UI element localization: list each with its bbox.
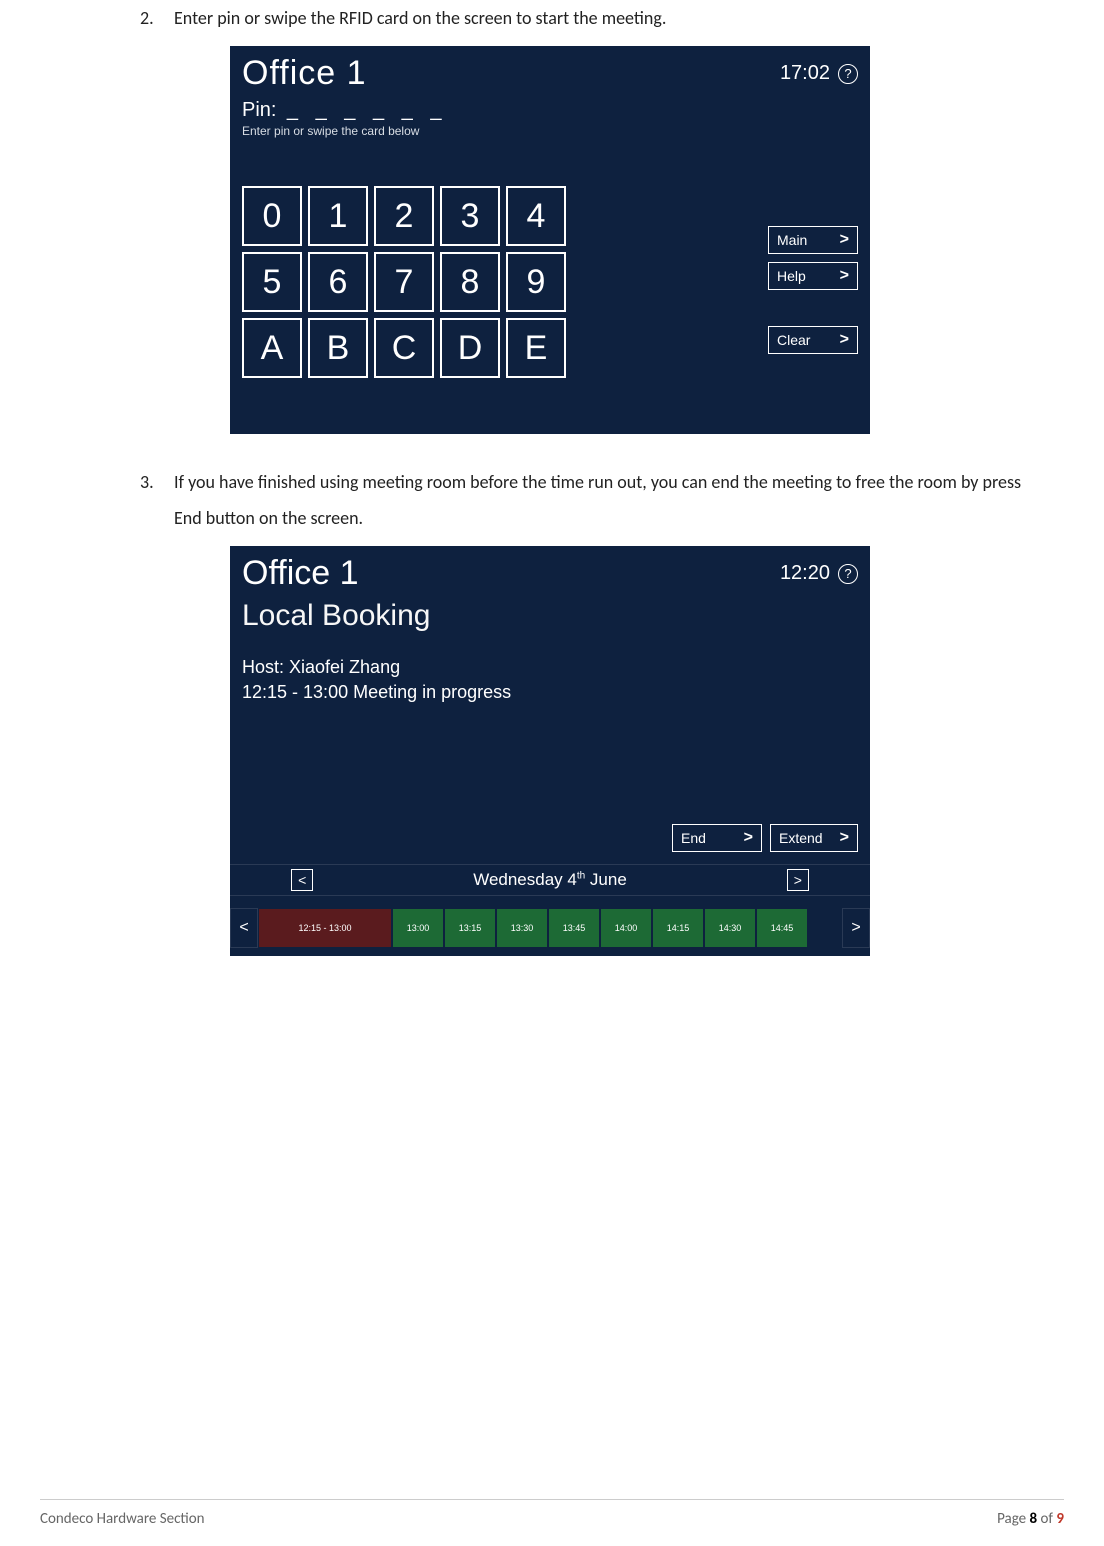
timeline-prev-button[interactable]: < [230,908,258,948]
instruction-step-2: 2. Enter pin or swipe the RFID card on t… [140,0,1044,36]
chevron-right-icon: > [840,231,849,249]
page-footer: Condeco Hardware Section Page 8 of 9 [40,1510,1064,1528]
booking-status: 12:15 - 13:00 Meeting in progress [230,682,870,703]
end-button[interactable]: End > [672,824,762,852]
timeline-slot-busy[interactable]: 12:15 - 13:00 [258,908,392,948]
date-row: < Wednesday 4th June > [230,864,870,896]
timeline-slot-free[interactable]: 14:15 [652,908,704,948]
step-number: 2. [140,0,174,36]
date-label: Wednesday 4th June [473,870,627,890]
timeline-slot-free[interactable]: 14:00 [600,908,652,948]
chevron-right-icon: > [840,267,849,285]
booking-host: Host: Xiaofei Zhang [230,633,870,682]
date-prev-button[interactable]: < [291,869,313,891]
extend-button[interactable]: Extend > [770,824,858,852]
step-text: Enter pin or swipe the RFID card on the … [174,0,1044,36]
end-button-label: End [681,830,706,846]
clock-time: 17:02 [780,62,830,85]
extend-button-label: Extend [779,830,823,846]
step-number: 3. [140,464,174,536]
chevron-right-icon: > [840,331,849,349]
key-4[interactable]: 4 [506,186,566,246]
key-3[interactable]: 3 [440,186,500,246]
clock-time: 12:20 [780,562,830,585]
key-e[interactable]: E [506,318,566,378]
booking-heading: Local Booking [230,595,870,633]
timeline: < 12:15 - 13:00 13:00 13:15 13:30 13:45 … [230,908,870,948]
key-d[interactable]: D [440,318,500,378]
key-2[interactable]: 2 [374,186,434,246]
pin-placeholder: _ _ _ _ _ _ [287,99,448,121]
instruction-step-3: 3. If you have finished using meeting ro… [140,464,1044,536]
main-button[interactable]: Main > [768,226,858,254]
key-7[interactable]: 7 [374,252,434,312]
key-b[interactable]: B [308,318,368,378]
timeline-track: 12:15 - 13:00 13:00 13:15 13:30 13:45 14… [258,908,842,948]
room-title: Office 1 [242,554,359,593]
step-text: If you have finished using meeting room … [174,464,1044,536]
clear-button-label: Clear [777,332,810,348]
key-1[interactable]: 1 [308,186,368,246]
key-8[interactable]: 8 [440,252,500,312]
timeline-slot-free[interactable]: 13:30 [496,908,548,948]
key-5[interactable]: 5 [242,252,302,312]
timeline-slot-free[interactable]: 13:45 [548,908,600,948]
timeline-slot-free[interactable]: 13:15 [444,908,496,948]
clear-button[interactable]: Clear > [768,326,858,354]
footer-section-title: Condeco Hardware Section [40,1510,205,1528]
key-c[interactable]: C [374,318,434,378]
help-icon[interactable]: ? [838,564,858,584]
timeline-slot-free[interactable]: 14:30 [704,908,756,948]
pin-entry-screen: Office 1 17:02 ? Pin: _ _ _ _ _ _ Enter … [230,46,870,434]
room-title: Office 1 [242,54,367,93]
key-6[interactable]: 6 [308,252,368,312]
booking-screen: Office 1 12:20 ? Local Booking Host: Xia… [230,546,870,956]
timeline-slot-free[interactable]: 14:45 [756,908,808,948]
pin-label: Pin: [242,99,276,122]
date-next-button[interactable]: > [787,869,809,891]
help-icon[interactable]: ? [838,64,858,84]
key-9[interactable]: 9 [506,252,566,312]
timeline-slot-free[interactable]: 13:00 [392,908,444,948]
footer-divider [40,1499,1064,1500]
page-number: Page 8 of 9 [997,1510,1064,1528]
chevron-right-icon: > [840,829,849,847]
pin-hint: Enter pin or swipe the card below [242,124,858,138]
help-button-label: Help [777,268,806,284]
chevron-right-icon: > [744,829,753,847]
timeline-next-button[interactable]: > [842,908,870,948]
main-button-label: Main [777,232,807,248]
key-0[interactable]: 0 [242,186,302,246]
help-button[interactable]: Help > [768,262,858,290]
key-a[interactable]: A [242,318,302,378]
pin-keypad: 0 1 2 3 4 5 6 7 8 9 A B C D E [242,186,566,378]
